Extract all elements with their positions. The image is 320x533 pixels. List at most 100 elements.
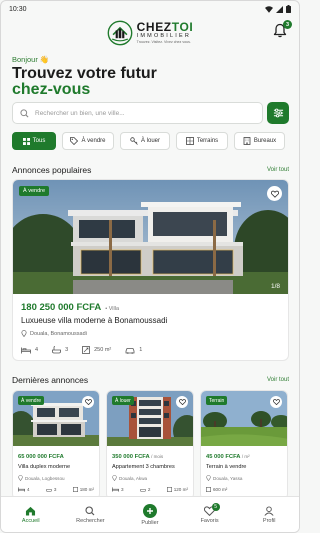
category-label: À vendre	[81, 138, 106, 144]
listing-status-badge: Terrain	[206, 396, 228, 405]
popular-section-header: Annonces populaires Voir tout	[12, 165, 289, 175]
nav-label: Rechercher	[76, 517, 105, 524]
category-label: À louer	[140, 138, 160, 144]
listing-location: Douala, Logbessou	[18, 475, 65, 481]
status-time: 10:30	[9, 5, 27, 13]
listing-features: 4 3 250 m² 1	[21, 346, 142, 354]
bathrooms-stat: 3	[46, 487, 56, 492]
nav-label: Accueil	[21, 517, 40, 524]
see-all-popular-link[interactable]: Voir tout	[267, 167, 289, 173]
bathrooms-stat: 3	[52, 346, 68, 354]
nav-label: Favoris	[200, 517, 219, 524]
listing-status-badge: À vendre	[19, 186, 50, 196]
listing-photo: À vendre 1/8	[13, 180, 288, 294]
listing-card[interactable]: Terrain 45 000 FCFA / m² Terrain à vendr…	[200, 390, 288, 500]
listing-card[interactable]: À vendre 65 000 000 FCFA Villa duplex mo…	[12, 390, 100, 500]
search-input[interactable]	[35, 109, 235, 117]
search-icon	[85, 505, 95, 515]
location-pin-icon	[18, 475, 23, 481]
app-header: CHEZTOI IMMOBILIER Trouvez. Visitez. Viv…	[1, 15, 299, 51]
recent-section-header: Dernières annonces Voir tout	[12, 375, 289, 385]
battery-icon	[286, 5, 291, 13]
category-filters: Tous À vendre À louer Terrains Bureaux	[12, 132, 289, 150]
see-all-recent-link[interactable]: Voir tout	[267, 377, 289, 383]
page-title-highlight: chez-vous	[12, 81, 91, 98]
search-bar	[12, 102, 263, 124]
search-icon	[20, 108, 29, 117]
nav-profile[interactable]: Profil	[244, 505, 294, 524]
listing-title: Luxueuse villa moderne à Bonamoussadi	[21, 316, 168, 325]
brand-tagline: Trouvez. Visitez. Vivez chez vous.	[136, 39, 191, 44]
favorite-button[interactable]	[267, 186, 282, 201]
listing-photo: Terrain	[201, 391, 287, 446]
notification-badge: 3	[283, 20, 292, 29]
category-label: Bureaux	[253, 138, 277, 144]
notifications-button[interactable]: 3	[273, 20, 292, 39]
parking-stat: 1	[125, 347, 142, 354]
featured-listing-card[interactable]: À vendre 1/8 180 250 000 FCFA • Villa Lu…	[12, 179, 289, 361]
category-for-sale[interactable]: À vendre	[62, 132, 114, 150]
user-icon	[264, 505, 274, 516]
location-pin-icon	[112, 475, 117, 481]
listing-title: Appartement 3 chambres	[112, 464, 175, 470]
bed-icon	[18, 487, 25, 492]
area-icon	[82, 346, 91, 354]
nav-favorites[interactable]: 5 Favoris	[185, 502, 235, 524]
recent-listings: À vendre 65 000 000 FCFA Villa duplex mo…	[12, 390, 289, 500]
area-stat: 180 m²	[72, 487, 94, 492]
listing-title: Terrain à vendre	[206, 464, 247, 470]
bottom-navigation: Accueil Rechercher Publier 5 Favoris Pro…	[1, 496, 299, 532]
location-pin-icon	[206, 475, 211, 481]
location-pin-icon	[21, 330, 27, 337]
bedrooms-stat: 4	[18, 487, 30, 492]
image-counter: 1/8	[270, 283, 280, 290]
bed-icon	[21, 347, 31, 353]
status-icons	[265, 5, 291, 13]
listing-price: 180 250 000 FCFA • Villa	[21, 302, 120, 313]
nav-search[interactable]: Rechercher	[65, 505, 115, 524]
bath-icon	[140, 489, 146, 492]
land-icon	[185, 137, 194, 145]
nav-publish[interactable]: Publier	[125, 503, 175, 526]
tag-icon	[70, 137, 79, 145]
listing-features: 4 3 180 m²	[18, 487, 94, 492]
nav-label: Profil	[262, 517, 276, 524]
heart-icon	[178, 399, 186, 405]
listing-card[interactable]: À louer 350 000 FCFA / mois Appartement …	[106, 390, 194, 500]
car-icon	[125, 347, 135, 354]
listing-location: Douala, Akwa	[112, 475, 147, 481]
listing-status-badge: À louer	[112, 396, 134, 405]
favorite-button[interactable]	[176, 396, 188, 408]
section-title: Dernières annonces	[12, 375, 89, 385]
category-for-rent[interactable]: À louer	[120, 132, 170, 150]
favorite-button[interactable]	[270, 396, 282, 408]
heart-icon	[84, 399, 92, 405]
category-offices[interactable]: Bureaux	[234, 132, 285, 150]
heart-icon	[270, 190, 279, 198]
listing-price: 65 000 000 FCFA	[18, 454, 64, 460]
office-icon	[243, 137, 251, 145]
category-label: Terrains	[196, 138, 219, 144]
listing-price: 45 000 FCFA / m²	[206, 454, 250, 460]
house-logo-icon	[107, 20, 133, 46]
listing-location: Douala, Bonamoussadi	[21, 330, 87, 337]
listing-location: Douala, Yassa	[206, 475, 242, 481]
listing-title: Villa duplex moderne	[18, 464, 71, 470]
villa-photo-illustration	[13, 180, 288, 294]
favorite-button[interactable]	[82, 396, 94, 408]
listing-photo: À vendre	[13, 391, 99, 446]
listing-photo: À louer	[107, 391, 193, 446]
grid-icon	[22, 137, 30, 145]
filter-button[interactable]	[267, 102, 289, 124]
listing-features: 3 2 120 m²	[112, 487, 188, 492]
nav-label: Publier	[141, 519, 159, 526]
area-icon	[206, 487, 211, 492]
area-icon	[72, 487, 78, 492]
heart-icon	[272, 399, 280, 405]
bedrooms-stat: 4	[21, 347, 38, 354]
nav-home[interactable]: Accueil	[6, 506, 56, 524]
category-all[interactable]: Tous	[12, 132, 56, 150]
plus-icon	[142, 503, 157, 518]
category-land[interactable]: Terrains	[176, 132, 228, 150]
wifi-icon	[265, 5, 273, 13]
